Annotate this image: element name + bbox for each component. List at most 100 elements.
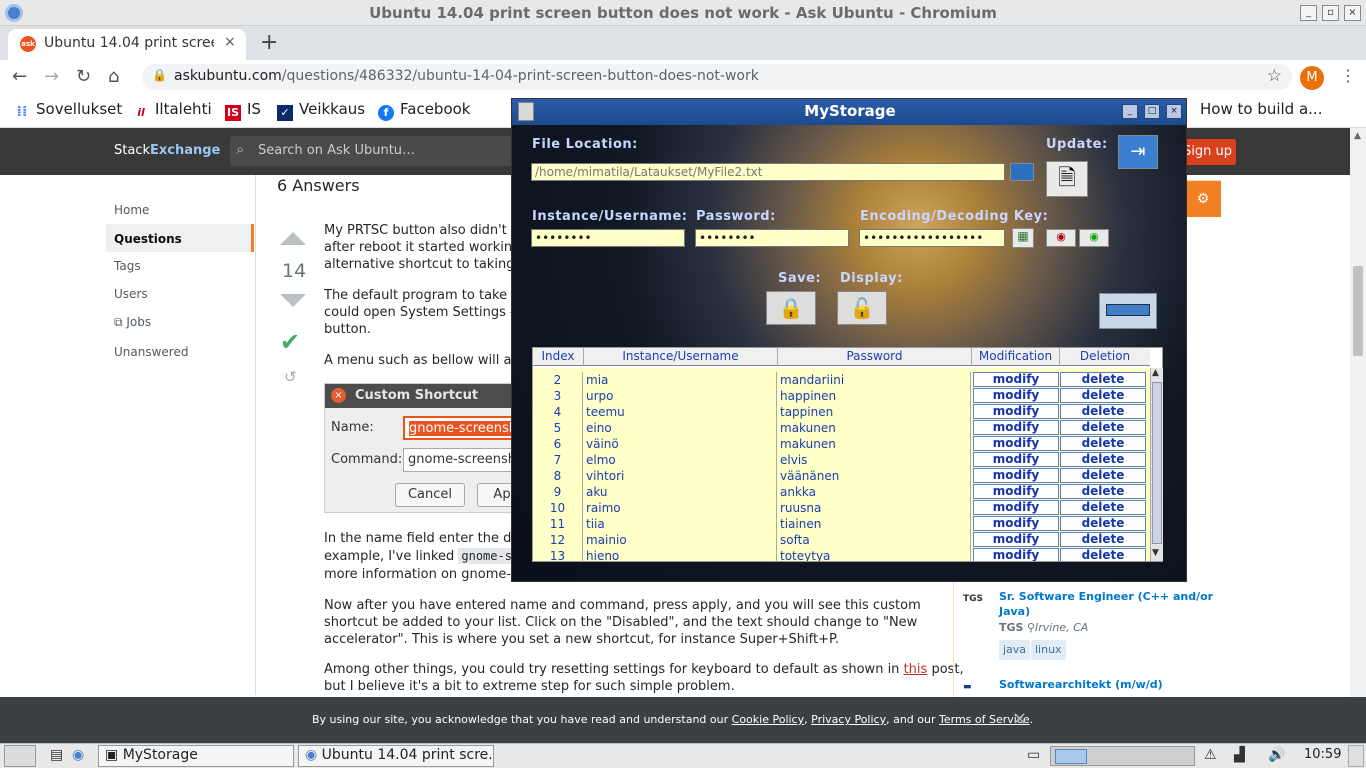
scroll-up-icon[interactable]: ▲ <box>1354 131 1361 141</box>
downvote-icon[interactable] <box>280 294 306 307</box>
modify-button[interactable]: modify <box>973 484 1059 499</box>
volume-icon[interactable]: 🔊 <box>1268 747 1285 763</box>
file-location-field[interactable]: /home/mimatila/Lataukset/MyFile2.txt <box>531 163 1005 181</box>
table-scrollbar[interactable]: ▲ ▼ <box>1150 368 1163 561</box>
delete-button[interactable]: delete <box>1060 404 1146 419</box>
show-key-eye-icon[interactable]: ◉ <box>1079 229 1109 247</box>
upvote-icon[interactable] <box>280 232 306 245</box>
stackexchange-logo[interactable]: StackExchange <box>114 143 220 158</box>
save-lock-icon[interactable]: 🔒 <box>766 291 816 325</box>
cookie-policy-link[interactable]: Cookie Policy <box>732 713 804 726</box>
modify-button[interactable]: modify <box>973 500 1059 515</box>
modify-button[interactable]: modify <box>973 388 1059 403</box>
start-menu-icon[interactable] <box>4 745 36 767</box>
delete-button[interactable]: delete <box>1060 548 1146 561</box>
workspace-switcher[interactable] <box>1050 746 1195 766</box>
display-unlock-icon[interactable]: 🔓 <box>837 291 887 325</box>
screen-icon[interactable]: ▭ <box>1027 747 1040 763</box>
modify-button[interactable]: modify <box>973 404 1059 419</box>
workspace-1[interactable] <box>1055 749 1087 764</box>
new-tab-button[interactable]: + <box>260 30 278 55</box>
profile-avatar[interactable]: M <box>1300 66 1324 90</box>
instance-field[interactable]: •••••••• <box>531 229 685 247</box>
taskbar-mystorage[interactable]: ▣ MyStorage <box>98 745 294 767</box>
show-desktop-icon[interactable]: ▤ <box>50 747 63 763</box>
delete-button[interactable]: delete <box>1060 452 1146 467</box>
signup-button[interactable]: Sign up <box>1179 139 1236 165</box>
privacy-policy-link[interactable]: Privacy Policy <box>811 713 886 726</box>
tag-linux[interactable]: linux <box>1031 640 1066 660</box>
maximize-button[interactable]: ▫ <box>1322 5 1339 21</box>
bookmark-iltalehti[interactable]: il Iltalehti <box>133 100 211 121</box>
open-folder-icon[interactable] <box>1010 163 1034 181</box>
lock-icon[interactable]: 🔒 <box>152 68 167 82</box>
this-link[interactable]: this <box>904 662 928 677</box>
modify-button[interactable]: modify <box>973 468 1059 483</box>
spreadsheet-icon[interactable]: ▦ <box>1012 228 1034 248</box>
nav-home[interactable]: Home <box>114 203 149 217</box>
hide-key-eye-icon[interactable]: ◉ <box>1046 229 1076 247</box>
scroll-down-icon[interactable]: ▼ <box>1152 548 1159 558</box>
menu-kebab-icon[interactable]: ⋮ <box>1340 66 1356 85</box>
minimize-button[interactable]: _ <box>1300 5 1317 21</box>
update-icon[interactable]: ⚠ <box>1204 747 1217 763</box>
delete-button[interactable]: delete <box>1060 420 1146 435</box>
delete-button[interactable]: delete <box>1060 436 1146 451</box>
modify-button[interactable]: modify <box>973 420 1059 435</box>
taskbar-chromium[interactable]: ◉ Ubuntu 14.04 print scre... <box>298 745 494 767</box>
delete-button[interactable]: delete <box>1060 532 1146 547</box>
job-title[interactable]: Softwarearchitekt (m/w/d) <box>999 677 1163 692</box>
bookmark-veikkaus[interactable]: ✓ Veikkaus <box>277 100 365 121</box>
maximize-button[interactable]: □ <box>1144 104 1160 119</box>
delete-button[interactable]: delete <box>1060 484 1146 499</box>
forward-arrow-icon[interactable]: → <box>44 66 59 87</box>
nav-users[interactable]: Users <box>114 287 148 301</box>
bookmark-how-to-build[interactable]: How to build a... <box>1178 100 1322 118</box>
tag-java[interactable]: java <box>999 640 1031 660</box>
update-document-icon[interactable]: 🗎 <box>1046 161 1088 197</box>
page-scrollbar[interactable]: ▲ <box>1350 128 1366 698</box>
home-icon[interactable]: ⌂ <box>108 66 119 87</box>
show-desktop-button[interactable] <box>1348 745 1364 767</box>
minimize-button[interactable]: _ <box>1122 104 1138 119</box>
modify-button[interactable]: modify <box>973 436 1059 451</box>
modify-button[interactable]: modify <box>973 452 1059 467</box>
delete-button[interactable]: delete <box>1060 516 1146 531</box>
key-field[interactable]: ••••••••••••••••• <box>859 229 1005 247</box>
eraser-icon[interactable] <box>1099 293 1157 329</box>
bookmark-sovellukset[interactable]: ⁞⁞ Sovellukset <box>14 100 123 120</box>
scroll-up-icon[interactable]: ▲ <box>1152 368 1159 378</box>
delete-button[interactable]: delete <box>1060 468 1146 483</box>
modify-button[interactable]: modify <box>973 548 1059 561</box>
bookmark-facebook[interactable]: f Facebook <box>378 100 470 121</box>
nav-questions[interactable]: Questions <box>106 224 254 252</box>
bookmark-is[interactable]: IS IS <box>225 100 261 121</box>
chromium-launcher-icon[interactable]: ◉ <box>72 747 84 763</box>
network-signal-icon[interactable]: ▟ <box>1234 747 1245 763</box>
history-icon[interactable]: ↺ <box>284 368 297 386</box>
bookmark-star-icon[interactable]: ☆ <box>1267 66 1282 86</box>
nav-tags[interactable]: Tags <box>114 259 141 273</box>
scrollbar-thumb[interactable] <box>1353 266 1363 356</box>
tab-ask-ubuntu[interactable]: ask Ubuntu 14.04 print screen button doe… <box>8 29 246 60</box>
address-bar[interactable]: 🔒 askubuntu.com/questions/486332/ubuntu-… <box>142 64 1292 90</box>
delete-button[interactable]: delete <box>1060 388 1146 403</box>
nav-jobs[interactable]: ⧉ Jobs <box>114 315 151 330</box>
close-window-button[interactable]: × <box>1344 5 1361 21</box>
scrollbar-thumb[interactable] <box>1152 382 1162 544</box>
job-title[interactable]: Sr. Software Engineer (C++ and/or Java) <box>999 589 1213 619</box>
modify-button[interactable]: modify <box>973 532 1059 547</box>
password-field[interactable]: •••••••• <box>695 229 849 247</box>
back-arrow-icon[interactable]: ← <box>12 66 27 87</box>
modify-button[interactable]: modify <box>973 516 1059 531</box>
site-search-input[interactable]: ⌕ Search on Ask Ubuntu… <box>230 136 512 166</box>
modify-button[interactable]: modify <box>973 372 1059 387</box>
tab-close-icon[interactable]: × <box>224 34 236 50</box>
exit-door-icon[interactable]: ⇥ <box>1118 135 1158 169</box>
delete-button[interactable]: delete <box>1060 372 1146 387</box>
delete-button[interactable]: delete <box>1060 500 1146 515</box>
cookie-close-icon[interactable]: × <box>1012 708 1027 729</box>
close-button[interactable]: × <box>1166 104 1182 119</box>
nav-unanswered[interactable]: Unanswered <box>114 345 188 359</box>
reload-icon[interactable]: ↻ <box>76 66 91 87</box>
